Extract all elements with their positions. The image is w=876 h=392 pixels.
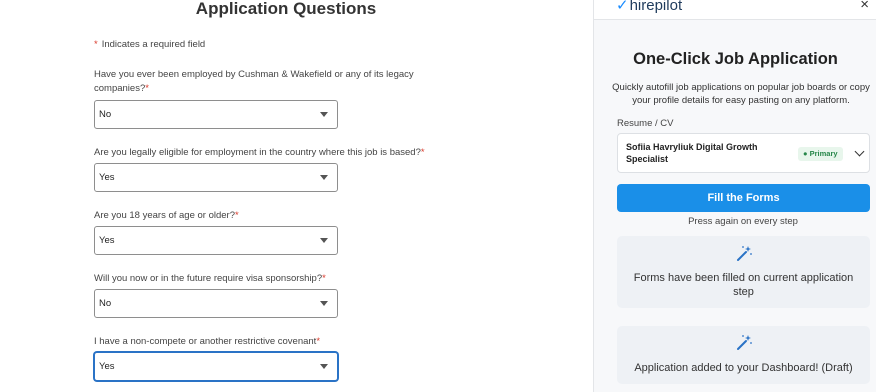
caret-down-icon: [320, 112, 328, 117]
caret-down-icon: [320, 364, 328, 369]
caret-down-icon: [320, 175, 328, 180]
required-note-text: Indicates a required field: [101, 39, 206, 50]
required-star: *: [316, 336, 321, 347]
question-label-noncompete: I have a non-compete or another restrict…: [94, 335, 454, 349]
required-star: *: [322, 273, 326, 284]
select-employed[interactable]: No: [94, 100, 338, 129]
magic-wand-icon: [737, 335, 752, 350]
press-note: Press again on every step: [688, 216, 798, 227]
required-note: * Indicates a required field: [94, 39, 205, 50]
required-star: *: [94, 39, 98, 50]
application-form: Application Questions * Indicates a requi…: [0, 0, 593, 392]
resume-label: Resume / CV: [617, 118, 674, 129]
page-title: Application Questions: [195, 0, 377, 18]
question-label-age: Are you 18 years of age or older?*: [94, 209, 454, 223]
required-star: *: [145, 83, 149, 94]
question-text: Will you now or in the future require vi…: [94, 273, 323, 284]
status-card-dashboard: Application added to your Dashboard! (Dr…: [617, 326, 870, 384]
question-label-visa: Will you now or in the future require vi…: [94, 272, 454, 286]
question-text: I have a non-compete or another restrict…: [94, 336, 317, 347]
card-text: Application added to your Dashboard! (Dr…: [634, 362, 853, 374]
resume-name: Sofiia Havryliuk Digital Growth Speciali…: [626, 142, 758, 164]
card-text: Forms have been filled on current applic…: [633, 272, 854, 298]
select-value: Yes: [99, 361, 115, 372]
question-label-employed: Have you ever been employed by Cushman &…: [94, 68, 454, 96]
question-text: Are you 18 years of age or older?: [94, 210, 236, 221]
select-value: No: [99, 298, 112, 309]
brand-name: hirepilot: [629, 0, 683, 14]
panel-header: ✓hirepilot ×: [594, 0, 876, 20]
primary-badge: ● Primary: [798, 147, 843, 161]
select-value: Yes: [99, 172, 115, 183]
badge-label: Primary: [809, 149, 838, 158]
fill-forms-button[interactable]: Fill the Forms: [617, 184, 870, 212]
select-value: Yes: [99, 235, 115, 246]
question-label-eligible: Are you legally eligible for employment …: [94, 146, 454, 160]
select-eligible[interactable]: Yes: [94, 163, 338, 192]
chevron-down-icon: [854, 146, 865, 157]
panel-description: Quickly autofill job applications on pop…: [612, 82, 870, 106]
select-age[interactable]: Yes: [94, 226, 338, 255]
required-star: *: [235, 210, 239, 221]
panel-title: One-Click Job Application: [633, 50, 838, 68]
hirepilot-panel: ✓hirepilot × One-Click Job Application Q…: [593, 0, 876, 392]
resume-select[interactable]: Sofiia Havryliuk Digital Growth Speciali…: [617, 133, 870, 173]
status-card-filled: Forms have been filled on current applic…: [617, 236, 870, 308]
select-visa[interactable]: No: [94, 289, 338, 318]
check-icon: ✓: [616, 0, 629, 14]
magic-wand-icon: [737, 246, 752, 261]
close-icon[interactable]: ×: [860, 0, 869, 13]
select-noncompete[interactable]: Yes: [94, 352, 338, 381]
required-star: *: [420, 147, 425, 158]
question-text: Have you ever been employed by Cushman &…: [94, 69, 414, 94]
question-text: Are you legally eligible for employment …: [94, 147, 421, 158]
caret-down-icon: [320, 238, 328, 243]
hirepilot-logo: ✓hirepilot: [616, 0, 682, 14]
select-value: No: [99, 109, 112, 120]
caret-down-icon: [320, 301, 328, 306]
